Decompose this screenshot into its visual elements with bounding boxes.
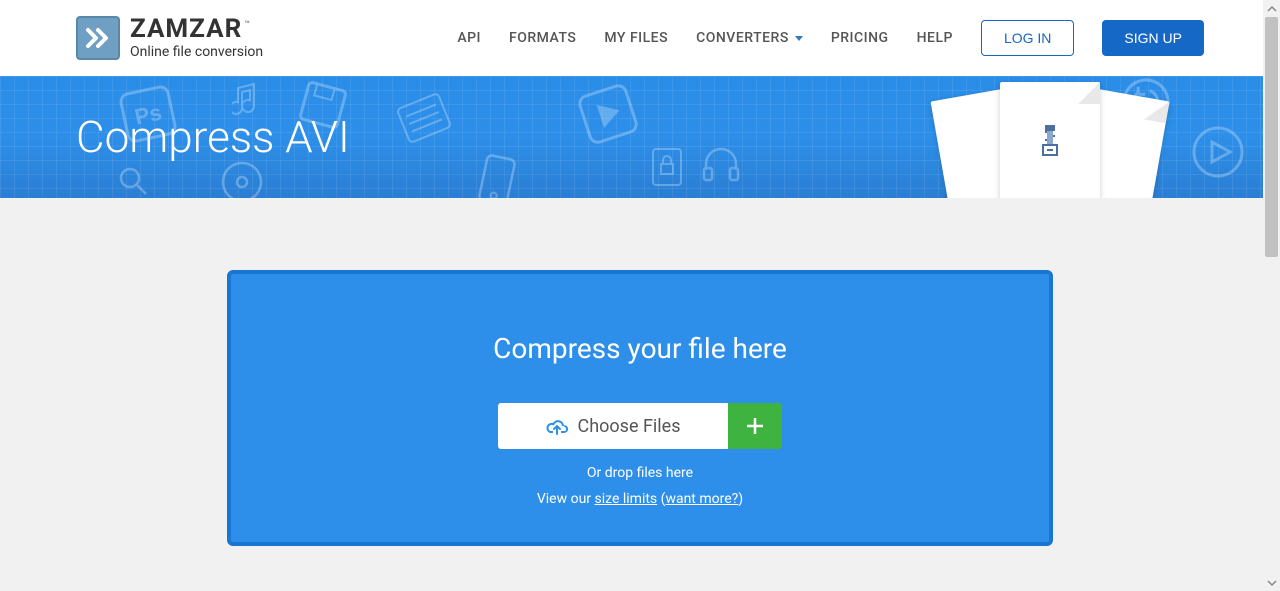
nav-converters[interactable]: CONVERTERS	[696, 30, 803, 46]
headphones-icon	[700, 142, 742, 184]
play-circle-icon	[1190, 124, 1246, 180]
lock-file-icon	[650, 146, 684, 188]
logo-main: ZAMZAR™	[130, 16, 263, 42]
paper-center	[1000, 82, 1100, 198]
upload-row: Choose Files	[498, 403, 782, 449]
nav-myfiles[interactable]: MY FILES	[604, 30, 668, 46]
scroll-down-button[interactable]	[1263, 574, 1280, 591]
nav-formats[interactable]: FORMATS	[509, 30, 576, 46]
plus-icon	[745, 416, 765, 436]
add-source-button[interactable]	[728, 403, 782, 449]
paren-close: )	[738, 491, 743, 507]
choose-files-label: Choose Files	[578, 416, 681, 437]
nav-api[interactable]: API	[457, 30, 481, 46]
header: ZAMZAR™ Online file conversion API FORMA…	[0, 0, 1280, 76]
login-button[interactable]: LOG IN	[981, 20, 1074, 56]
signup-button[interactable]: SIGN UP	[1102, 20, 1204, 56]
upload-title: Compress your file here	[493, 332, 787, 365]
cloud-upload-icon	[546, 416, 568, 436]
logo[interactable]: ZAMZAR™ Online file conversion	[76, 16, 263, 60]
logo-icon	[76, 16, 120, 60]
scroll-thumb[interactable]	[1265, 17, 1278, 257]
logo-text: ZAMZAR™ Online file conversion	[130, 16, 263, 60]
scroll-up-button[interactable]	[1263, 0, 1280, 17]
nav-pricing[interactable]: PRICING	[831, 30, 889, 46]
chevron-down-icon	[795, 36, 803, 41]
main-nav: API FORMATS MY FILES CONVERTERS PRICING …	[457, 20, 1204, 56]
page-title: Compress AVI	[76, 111, 350, 163]
choose-files-button[interactable]: Choose Files	[498, 403, 728, 449]
size-limits-link[interactable]: size limits	[595, 491, 658, 507]
limits-text: View our size limits (want more?)	[537, 491, 743, 507]
nav-help[interactable]: HELP	[917, 30, 953, 46]
magnifier-icon	[116, 164, 150, 198]
logo-tagline: Online file conversion	[130, 44, 263, 60]
content: Compress your file here Choose Files Or …	[0, 198, 1280, 586]
drop-hint: Or drop files here	[587, 465, 693, 481]
nav-converters-label: CONVERTERS	[696, 30, 789, 46]
compress-icon	[1035, 123, 1065, 159]
upload-card: Compress your file here Choose Files Or …	[227, 270, 1053, 546]
scrollbar[interactable]	[1263, 0, 1280, 591]
hero-banner: Ps	[0, 76, 1280, 198]
want-more-link[interactable]: want more?	[665, 491, 738, 507]
limits-prefix: View our	[537, 491, 595, 507]
